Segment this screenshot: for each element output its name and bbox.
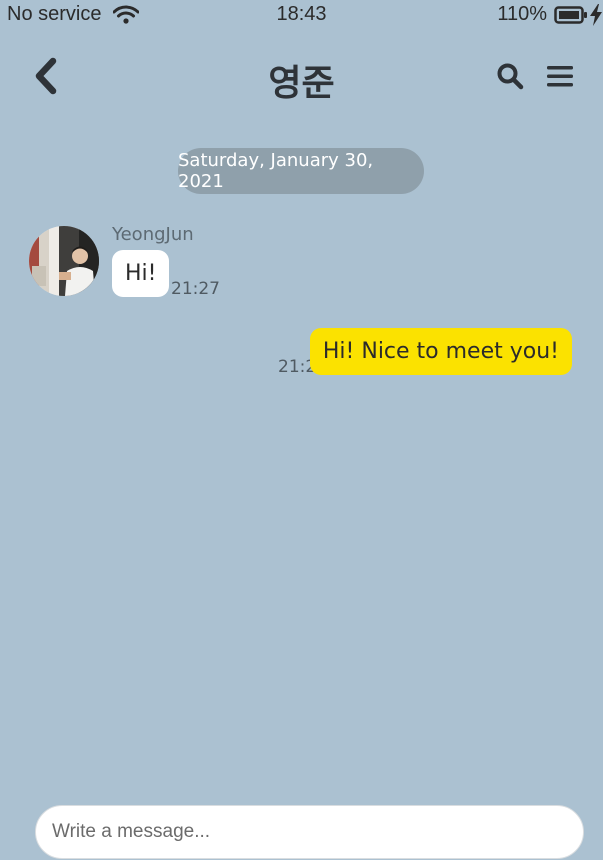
incoming-message-bubble[interactable]: Hi! [112, 250, 170, 297]
search-button[interactable] [494, 62, 526, 94]
chat-header: 영준 [0, 50, 603, 106]
menu-button[interactable] [543, 62, 577, 94]
battery-icon [554, 5, 588, 25]
message-text: Hi! [125, 261, 157, 286]
charging-bolt-icon [589, 3, 603, 26]
avatar[interactable] [29, 226, 99, 296]
message-text: Hi! Nice to meet you! [322, 339, 559, 364]
sender-name: YeongJun [112, 224, 194, 245]
hamburger-menu-icon [546, 63, 574, 94]
date-label: Saturday, January 30, 2021 [178, 150, 374, 192]
message-input[interactable] [35, 805, 584, 859]
chat-screen: No service 18:43 110% 영준 Saturday, Janua… [0, 0, 603, 860]
message-timestamp: 21:27 [171, 279, 220, 299]
status-bar: No service 18:43 110% [0, 0, 603, 30]
battery-percent: 110% [497, 3, 547, 25]
date-separator: Saturday, January 30, 2021 [178, 148, 424, 194]
message-composer [35, 805, 584, 859]
outgoing-message-bubble[interactable]: Hi! Nice to meet you! [309, 328, 572, 375]
status-right: 110% [497, 3, 603, 26]
search-icon [496, 62, 524, 95]
